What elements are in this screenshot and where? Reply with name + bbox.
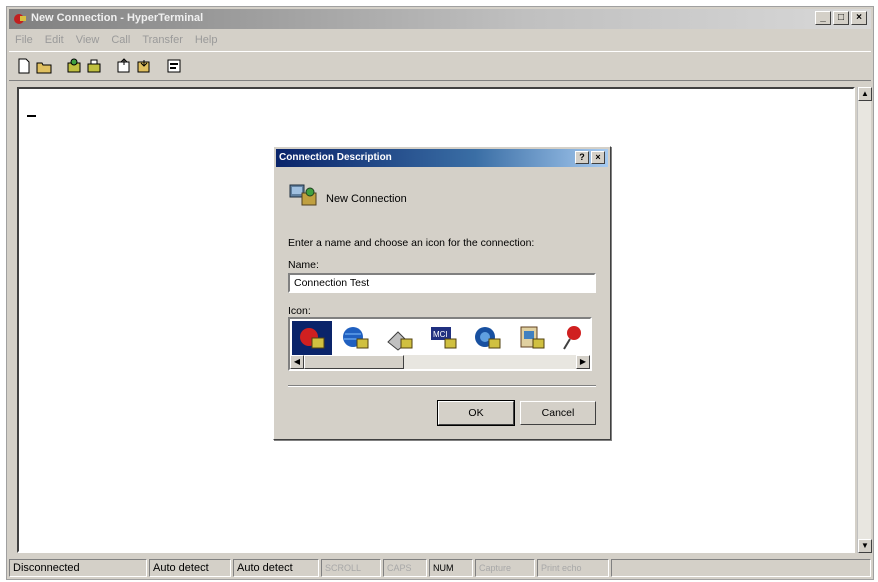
new-connection-label: New Connection xyxy=(326,193,407,205)
status-autodetect-2: Auto detect xyxy=(233,559,319,577)
cancel-button[interactable]: Cancel xyxy=(520,401,596,425)
scroll-down-icon[interactable]: ▼ xyxy=(858,539,872,553)
connection-description-dialog: Connection Description ? × New Connectio… xyxy=(273,146,611,440)
new-icon[interactable] xyxy=(15,57,33,75)
status-print-echo: Print echo xyxy=(537,559,609,577)
scroll-up-icon[interactable]: ▲ xyxy=(858,87,872,101)
help-button[interactable]: ? xyxy=(575,151,589,164)
icon-horizontal-scrollbar[interactable]: ◀ ▶ xyxy=(290,355,590,369)
status-caps: CAPS xyxy=(383,559,427,577)
status-autodetect-1: Auto detect xyxy=(149,559,231,577)
minimize-button[interactable]: _ xyxy=(815,11,831,25)
menu-transfer[interactable]: Transfer xyxy=(142,31,183,49)
maximize-button[interactable]: □ xyxy=(833,11,849,25)
network-globe-icon[interactable] xyxy=(468,321,508,355)
dialog-title: Connection Description xyxy=(279,152,392,163)
scroll-thumb[interactable] xyxy=(304,355,404,369)
icon-picker[interactable]: MCI ◀ ▶ xyxy=(288,317,592,371)
instruction-text: Enter a name and choose an icon for the … xyxy=(288,237,535,249)
pushpin-icon[interactable] xyxy=(556,321,590,355)
text-cursor xyxy=(27,115,36,117)
menu-edit[interactable]: Edit xyxy=(45,31,64,49)
dialog-close-button[interactable]: × xyxy=(591,151,605,164)
ok-button[interactable]: OK xyxy=(437,400,515,426)
status-connection: Disconnected xyxy=(9,559,147,577)
close-button[interactable]: × xyxy=(851,11,867,25)
connect-icon[interactable] xyxy=(65,57,83,75)
status-bar: Disconnected Auto detect Auto detect SCR… xyxy=(9,559,871,579)
scroll-right-icon[interactable]: ▶ xyxy=(576,355,590,369)
hyperterminal-icon xyxy=(13,12,27,25)
dialog-title-bar: Connection Description ? × xyxy=(276,149,608,167)
open-icon[interactable] xyxy=(35,57,53,75)
name-field[interactable]: Connection Test xyxy=(288,273,596,293)
status-num: NUM xyxy=(429,559,473,577)
icon-label: Icon: xyxy=(288,305,311,317)
status-capture: Capture xyxy=(475,559,535,577)
window-title: New Connection - HyperTerminal xyxy=(31,12,204,24)
receive-icon[interactable] xyxy=(135,57,153,75)
dialog-divider xyxy=(288,385,596,387)
vertical-scrollbar[interactable]: ▲ ▼ xyxy=(857,87,872,553)
send-icon[interactable] xyxy=(115,57,133,75)
red-phone-icon[interactable] xyxy=(292,321,332,355)
name-label: Name: xyxy=(288,259,319,271)
mci-icon[interactable]: MCI xyxy=(424,321,464,355)
menu-view[interactable]: View xyxy=(76,31,100,49)
status-filler xyxy=(611,559,871,577)
scroll-left-icon[interactable]: ◀ xyxy=(290,355,304,369)
status-scroll: SCROLL xyxy=(321,559,381,577)
globe-icon[interactable] xyxy=(336,321,376,355)
properties-icon[interactable] xyxy=(165,57,183,75)
menu-file[interactable]: File xyxy=(15,31,33,49)
disconnect-icon[interactable] xyxy=(85,57,103,75)
document-icon[interactable] xyxy=(512,321,552,355)
svg-text:MCI: MCI xyxy=(433,330,448,339)
telephone-icon[interactable] xyxy=(380,321,420,355)
menu-call[interactable]: Call xyxy=(111,31,130,49)
new-connection-icon xyxy=(288,179,320,211)
menu-help[interactable]: Help xyxy=(195,31,218,49)
toolbar xyxy=(9,51,871,81)
menu-bar: File Edit View Call Transfer Help xyxy=(11,31,217,49)
title-bar: New Connection - HyperTerminal _ □ × xyxy=(9,9,871,29)
